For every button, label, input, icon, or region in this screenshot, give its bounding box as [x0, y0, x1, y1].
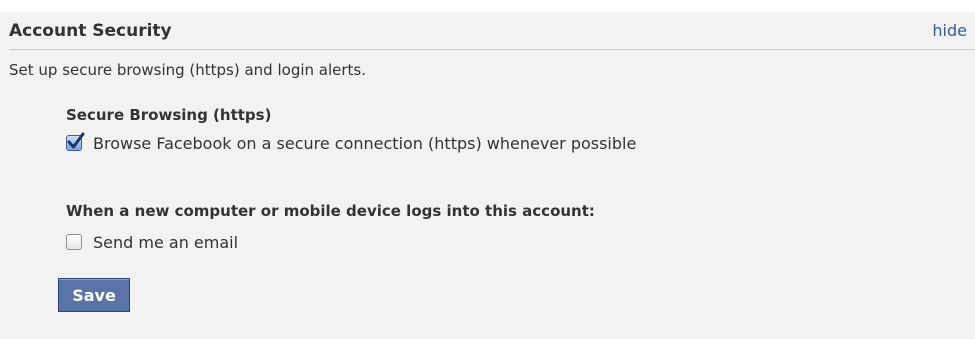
secure-browsing-heading: Secure Browsing (https) [66, 106, 272, 124]
section-title: Account Security [9, 21, 172, 41]
login-alerts-heading: When a new computer or mobile device log… [66, 202, 595, 220]
section-description: Set up secure browsing (https) and login… [9, 61, 367, 79]
email-alert-checkbox[interactable] [66, 234, 82, 250]
email-alert-option[interactable]: Send me an email [66, 231, 238, 253]
hide-link[interactable]: hide [932, 21, 967, 40]
secure-browsing-label: Browse Facebook on a secure connection (… [93, 133, 637, 153]
email-alert-label: Send me an email [93, 232, 239, 252]
section-header: Account Security hide [0, 12, 975, 50]
checkmark-icon [67, 132, 85, 149]
header-divider [9, 49, 975, 50]
save-button[interactable]: Save [58, 278, 130, 312]
account-security-panel: Account Security hide Set up secure brow… [0, 12, 975, 339]
secure-browsing-checkbox[interactable] [66, 132, 85, 151]
secure-browsing-option[interactable]: Browse Facebook on a secure connection (… [66, 132, 636, 154]
